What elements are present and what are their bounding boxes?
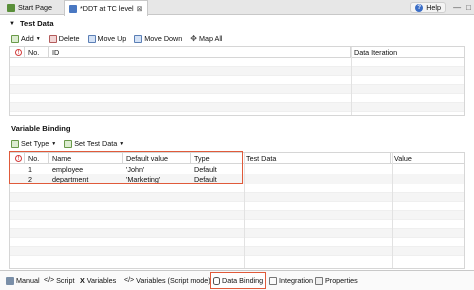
set-type-button[interactable]: Set Type ▼ (11, 139, 56, 148)
delete-label: Delete (58, 34, 80, 43)
properties-icon (315, 276, 323, 285)
test-data-title: Test Data (19, 19, 54, 28)
chevron-down-icon: ▼ (51, 140, 57, 147)
set-test-data-icon (64, 139, 73, 148)
start-page-icon (7, 3, 15, 12)
variable-binding-header-row: ! No. Name Default value Type Test Data … (10, 153, 464, 164)
variable-binding-body: 1 employee 'John' Default 2 department '… (10, 164, 464, 256)
tab-variables[interactable]: X Variables (80, 276, 116, 285)
test-data-header-row: ! No. ID Data Iteration (10, 47, 464, 58)
delete-button[interactable]: Delete (48, 34, 80, 43)
database-icon (213, 276, 220, 285)
close-icon[interactable]: ⊠ (137, 5, 143, 13)
tab-label: Properties (325, 276, 358, 285)
column-no[interactable]: No. (25, 47, 49, 57)
move-up-label: Move Up (97, 34, 127, 43)
tab-label: Integration (279, 276, 313, 285)
tab-label: Variables (86, 276, 117, 285)
column-name[interactable]: Name (49, 153, 123, 163)
script-icon: </> (44, 277, 55, 284)
table-row[interactable]: 2 department 'Marketing' Default (10, 174, 464, 184)
help-button[interactable]: ? Help (410, 2, 446, 13)
variable-binding-title: Variable Binding (11, 124, 71, 133)
tab-data-binding[interactable]: Data Binding (210, 272, 267, 289)
variable-binding-table[interactable]: ! No. Name Default value Type Test Data … (9, 152, 465, 269)
column-default-value[interactable]: Default value (123, 153, 191, 163)
test-data-toolbar: Add ▼ Delete Move Up Move Down ✥ Map All (11, 34, 223, 43)
minimize-icon[interactable]: — (453, 3, 461, 12)
integration-icon (269, 276, 277, 285)
table-row[interactable]: 1 employee 'John' Default (10, 164, 464, 174)
script-mode-icon: </> (124, 277, 135, 284)
window-controls: — □ (453, 3, 471, 12)
help-label: Help (426, 3, 441, 12)
set-test-data-button[interactable]: Set Test Data ▼ (64, 139, 124, 148)
map-all-label: Map All (198, 34, 223, 43)
tab-start-page[interactable]: Start Page (3, 0, 56, 15)
move-down-button[interactable]: Move Down (134, 34, 182, 43)
status-column: ! (10, 47, 25, 57)
test-data-body (10, 58, 464, 112)
row-type[interactable]: Default (191, 164, 243, 174)
column-id[interactable]: ID (49, 47, 351, 57)
row-type[interactable]: Default (191, 174, 243, 184)
tab-manual[interactable]: Manual (6, 276, 40, 285)
tab-label: *DDT at TC level (80, 4, 134, 13)
column-type[interactable]: Type (191, 153, 243, 163)
add-button[interactable]: Add ▼ (11, 34, 41, 43)
row-name: employee (52, 164, 84, 174)
editor-window: Start Page *DDT at TC level ⊠ ? Help — □… (0, 0, 474, 290)
tab-label: Script (56, 276, 75, 285)
column-no[interactable]: No. (25, 153, 49, 163)
move-down-icon (134, 34, 143, 43)
add-label: Add (21, 34, 34, 43)
maximize-icon[interactable]: □ (466, 3, 471, 12)
tab-label: Data Binding (222, 276, 264, 285)
manual-icon (6, 276, 14, 285)
row-default-value[interactable]: 'Marketing' (123, 174, 191, 184)
map-all-icon: ✥ (190, 34, 197, 43)
tab-label: Variables (Script mode) (136, 276, 211, 285)
column-data-iteration[interactable]: Data Iteration (351, 47, 464, 57)
warning-icon: ! (15, 154, 22, 162)
help-icon: ? (415, 3, 424, 12)
chevron-down-icon: ▼ (35, 35, 41, 42)
variable-binding-toolbar: Set Type ▼ Set Test Data ▼ (11, 139, 124, 148)
row-name: department (52, 174, 89, 184)
tab-variables-script-mode[interactable]: </> Variables (Script mode) (124, 276, 211, 285)
test-case-icon (69, 4, 77, 13)
set-type-icon (11, 139, 19, 148)
chevron-down-icon: ▼ (119, 140, 125, 147)
tab-script[interactable]: </> Script (44, 276, 75, 285)
bottom-tab-bar: Manual </> Script X Variables </> Variab… (0, 270, 474, 290)
move-up-icon (87, 34, 96, 43)
warning-icon: ! (15, 48, 22, 56)
set-type-label: Set Type (21, 139, 50, 148)
set-test-data-label: Set Test Data (74, 139, 118, 148)
move-up-button[interactable]: Move Up (87, 34, 127, 43)
row-no: 2 (28, 174, 32, 184)
add-icon (11, 34, 19, 43)
tab-properties[interactable]: Properties (315, 276, 358, 285)
editor-tab-bar: Start Page *DDT at TC level ⊠ ? Help — □ (0, 0, 474, 16)
tab-ddt-at-tc-level[interactable]: *DDT at TC level ⊠ (64, 0, 148, 16)
tab-label: Manual (16, 276, 40, 285)
row-no: 1 (28, 164, 32, 174)
delete-icon (48, 34, 57, 43)
column-value[interactable]: Value (391, 153, 464, 163)
collapse-icon: ▼ (9, 20, 15, 27)
column-test-data[interactable]: Test Data (243, 153, 391, 163)
variables-icon: X (80, 276, 85, 285)
tab-integration[interactable]: Integration (269, 276, 313, 285)
test-data-table[interactable]: ! No. ID Data Iteration (9, 46, 465, 116)
move-down-label: Move Down (144, 34, 183, 43)
test-data-header[interactable]: ▼ Test Data (9, 19, 54, 28)
row-default-value[interactable]: 'John' (123, 164, 191, 174)
map-all-button[interactable]: ✥ Map All (190, 34, 222, 43)
status-column: ! (10, 153, 25, 163)
tab-label: Start Page (18, 3, 52, 12)
